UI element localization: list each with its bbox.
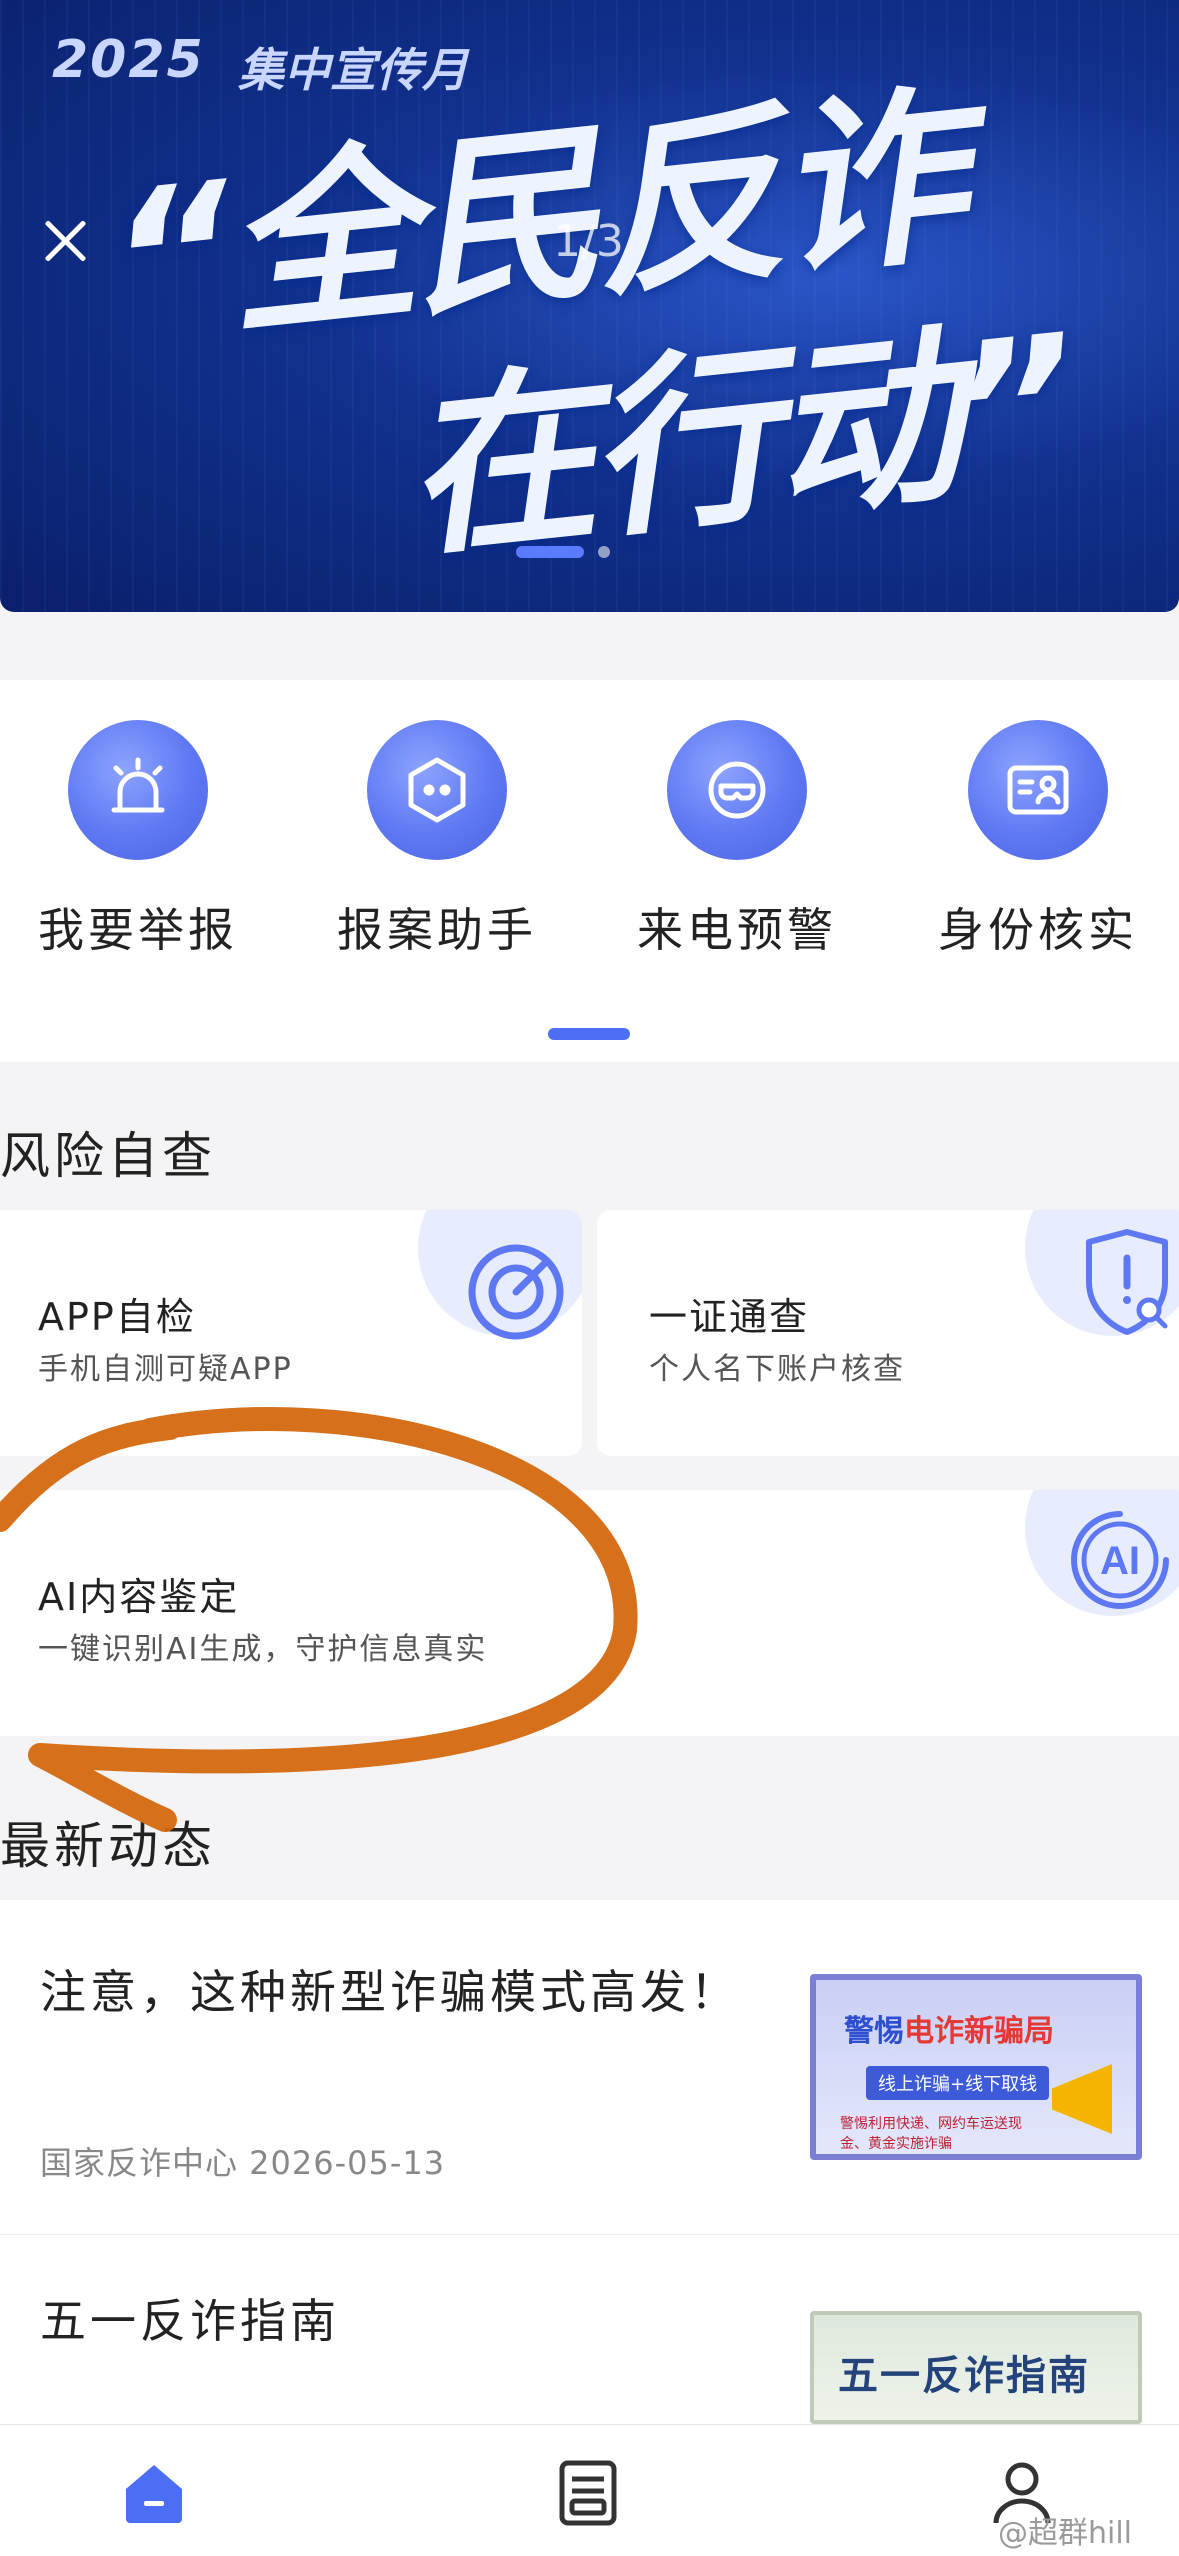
- quick-action-label: 来电预警: [637, 903, 837, 957]
- card-desc: 个人名下账户核查: [649, 1352, 905, 1387]
- shield-search-icon: [1086, 1229, 1168, 1335]
- target-scan-icon: [468, 1244, 564, 1340]
- quick-action-assistant[interactable]: 报案助手: [307, 720, 567, 960]
- card-title: 一证通查: [649, 1295, 810, 1339]
- card-desc: 手机自测可疑APP: [38, 1352, 293, 1387]
- tab-documents[interactable]: [548, 2453, 628, 2533]
- news-title: 五一反诈指南: [40, 2294, 340, 2348]
- carousel-indicator: [516, 546, 610, 558]
- close-icon[interactable]: [36, 212, 94, 270]
- card-title: AI内容鉴定: [38, 1575, 240, 1619]
- banner-carousel[interactable]: 2025 集中宣传月 “全民反诈 在行动” 1/3: [0, 0, 1179, 612]
- thumb-pill: 线上诈骗+线下取钱: [866, 2066, 1050, 2100]
- quick-action-report[interactable]: 我要举报: [8, 720, 268, 960]
- risk-card-ai-detect[interactable]: AI AI内容鉴定 一键识别AI生成，守护信息真实: [0, 1490, 1179, 1736]
- news-item[interactable]: 五一反诈指南 五一反诈指南: [0, 2235, 1179, 2424]
- tab-home[interactable]: [114, 2453, 194, 2533]
- thumb-text: 五一反诈指南: [838, 2353, 1090, 2399]
- quick-action-label: 报案助手: [337, 903, 537, 957]
- robot-hexagon-icon: [367, 720, 507, 860]
- risk-card-id-check[interactable]: 一证通查 个人名下账户核查: [597, 1210, 1179, 1456]
- quick-action-label: 身份核实: [938, 903, 1138, 957]
- news-thumbnail: 五一反诈指南: [810, 2311, 1142, 2424]
- carousel-dot-active[interactable]: [516, 546, 584, 558]
- card-title: APP自检: [38, 1295, 196, 1339]
- carousel-dot[interactable]: [598, 546, 610, 558]
- news-thumbnail: 警惕电诈新骗局 线上诈骗+线下取钱 警惕利用快递、网约车运送现金、黄金实施诈骗: [810, 1974, 1142, 2160]
- ai-icon: AI: [1071, 1511, 1169, 1609]
- quick-action-identity[interactable]: 身份核实: [908, 720, 1168, 960]
- page-counter: 1/3: [553, 216, 624, 267]
- section-title-risk-check: 风险自查: [0, 1127, 216, 1185]
- thumb-headline: 警惕电诈新骗局: [844, 2014, 1054, 2049]
- news-meta: 国家反诈中心 2026-05-13: [40, 2144, 446, 2182]
- quick-action-call-warning[interactable]: 来电预警: [607, 720, 867, 960]
- home-icon: [126, 2465, 182, 2523]
- thumb-caption: 警惕利用快递、网约车运送现金、黄金实施诈骗: [840, 2116, 1022, 2152]
- alarm-light-icon: [68, 720, 208, 860]
- quick-actions-page-indicator: [548, 1028, 630, 1040]
- ai-icon-text: AI: [1100, 1539, 1140, 1583]
- watermark: @超群hill: [998, 2516, 1133, 2551]
- quick-actions: 我要举报 报案助手 来电预警 身份核实: [0, 680, 1179, 1062]
- news-item[interactable]: 注意，这种新型诈骗模式高发！ 国家反诈中心 2026-05-13 警惕电诈新骗局…: [0, 1900, 1179, 2234]
- risk-card-app-check[interactable]: APP自检 手机自测可疑APP: [0, 1210, 582, 1456]
- megaphone-icon: [1052, 2064, 1112, 2134]
- document-icon: [559, 2460, 617, 2526]
- banner-year: 2025: [52, 30, 205, 90]
- mask-icon: [667, 720, 807, 860]
- quick-action-label: 我要举报: [38, 903, 238, 957]
- section-title-news: 最新动态: [0, 1817, 216, 1875]
- news-title: 注意，这种新型诈骗模式高发！: [40, 1965, 740, 2019]
- card-desc: 一键识别AI生成，守护信息真实: [38, 1632, 488, 1667]
- id-card-icon: [968, 720, 1108, 860]
